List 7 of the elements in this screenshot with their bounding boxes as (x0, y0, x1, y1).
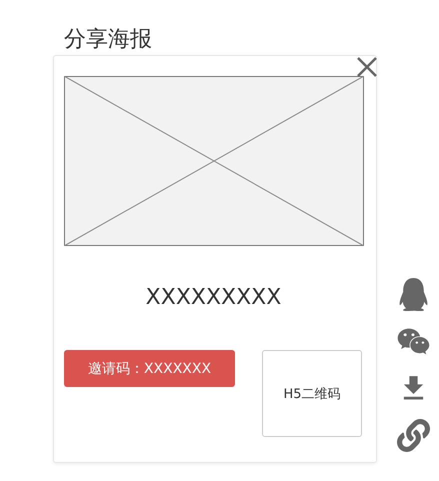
link-icon[interactable] (397, 419, 430, 452)
dialog-title: 分享海报 (64, 26, 152, 54)
qq-penguin-icon[interactable] (397, 278, 430, 311)
user-name: XXXXXXXXX (146, 284, 282, 312)
qr-code-button[interactable]: H5二维码 (262, 350, 362, 437)
close-icon[interactable] (356, 56, 378, 78)
invite-code-button[interactable]: 邀请码：XXXXXXX (64, 350, 235, 387)
